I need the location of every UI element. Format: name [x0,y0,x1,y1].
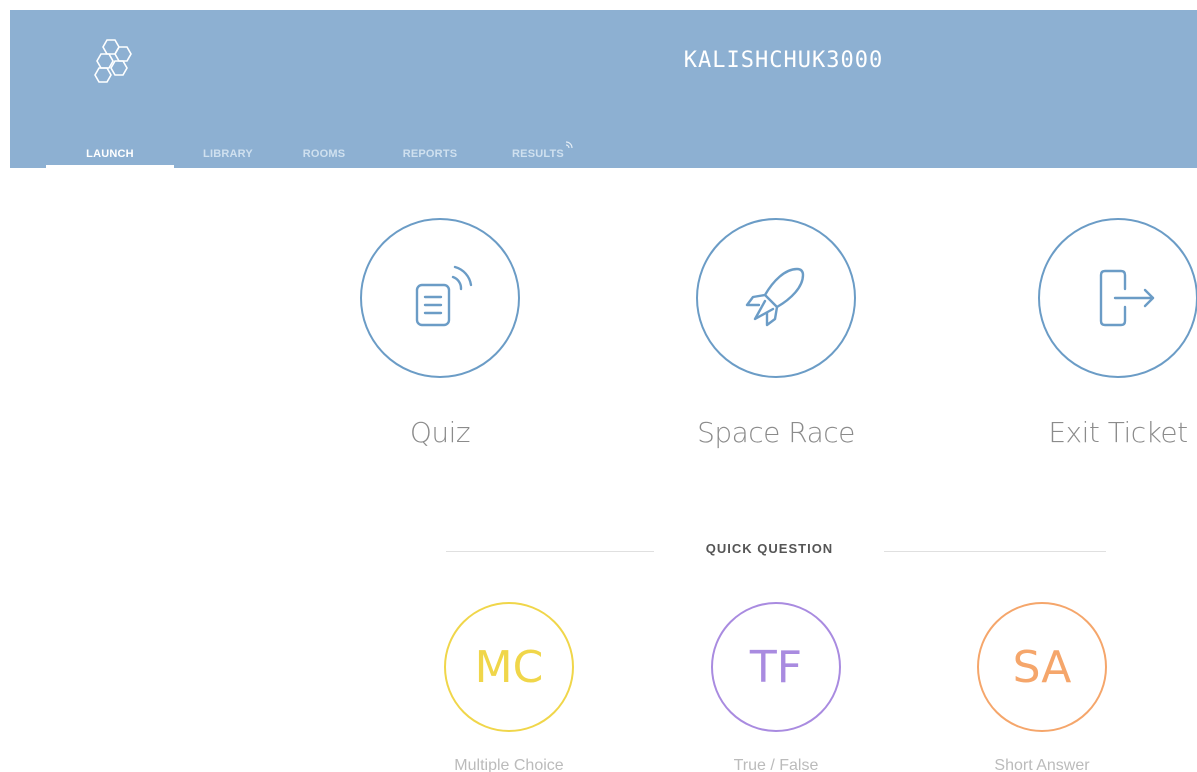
main-tabs: LAUNCH LIBRARY ROOMS REPORTS RESULTS [46,128,582,168]
account-username: KALISHCHUK3000 [683,48,884,73]
launch-space-race[interactable]: Space Race [666,218,886,449]
launch-exit-ticket[interactable]: Exit Ticket [1000,218,1197,449]
wifi-signal-icon [565,141,573,149]
true-false-label: True / False [733,757,819,772]
short-answer-label: Short Answer [994,757,1090,772]
tab-library[interactable]: LIBRARY [174,128,282,168]
quiz-circle [360,218,520,378]
quiz-broadcast-icon [415,265,473,327]
exit-door-icon [1099,269,1155,327]
short-answer-button[interactable]: SA [977,602,1107,732]
tab-launch[interactable]: LAUNCH [46,128,174,168]
quick-question-heading: QUICK QUESTION [705,541,834,556]
space-race-circle [696,218,856,378]
tab-reports[interactable]: REPORTS [366,128,494,168]
space-race-label: Space Race [697,416,855,449]
tab-results[interactable]: RESULTS [494,128,582,168]
tab-rooms[interactable]: ROOMS [282,128,366,168]
true-false-button[interactable]: TF [711,602,841,732]
exit-ticket-circle [1038,218,1197,378]
sa-abbr: SA [1012,641,1072,693]
launch-quiz[interactable]: Quiz [330,218,550,449]
multiple-choice-button[interactable]: MC [444,602,574,732]
quiz-label: Quiz [409,416,471,449]
rocket-icon [745,267,805,327]
exit-ticket-label: Exit Ticket [1048,416,1188,449]
tf-abbr: TF [749,641,803,693]
top-header: KALISHCHUK3000 LAUNCH LIBRARY ROOMS REPO… [10,10,1197,168]
multiple-choice-label: Multiple Choice [454,757,564,772]
tab-results-label: RESULTS [512,148,564,160]
mc-abbr: MC [474,641,544,693]
